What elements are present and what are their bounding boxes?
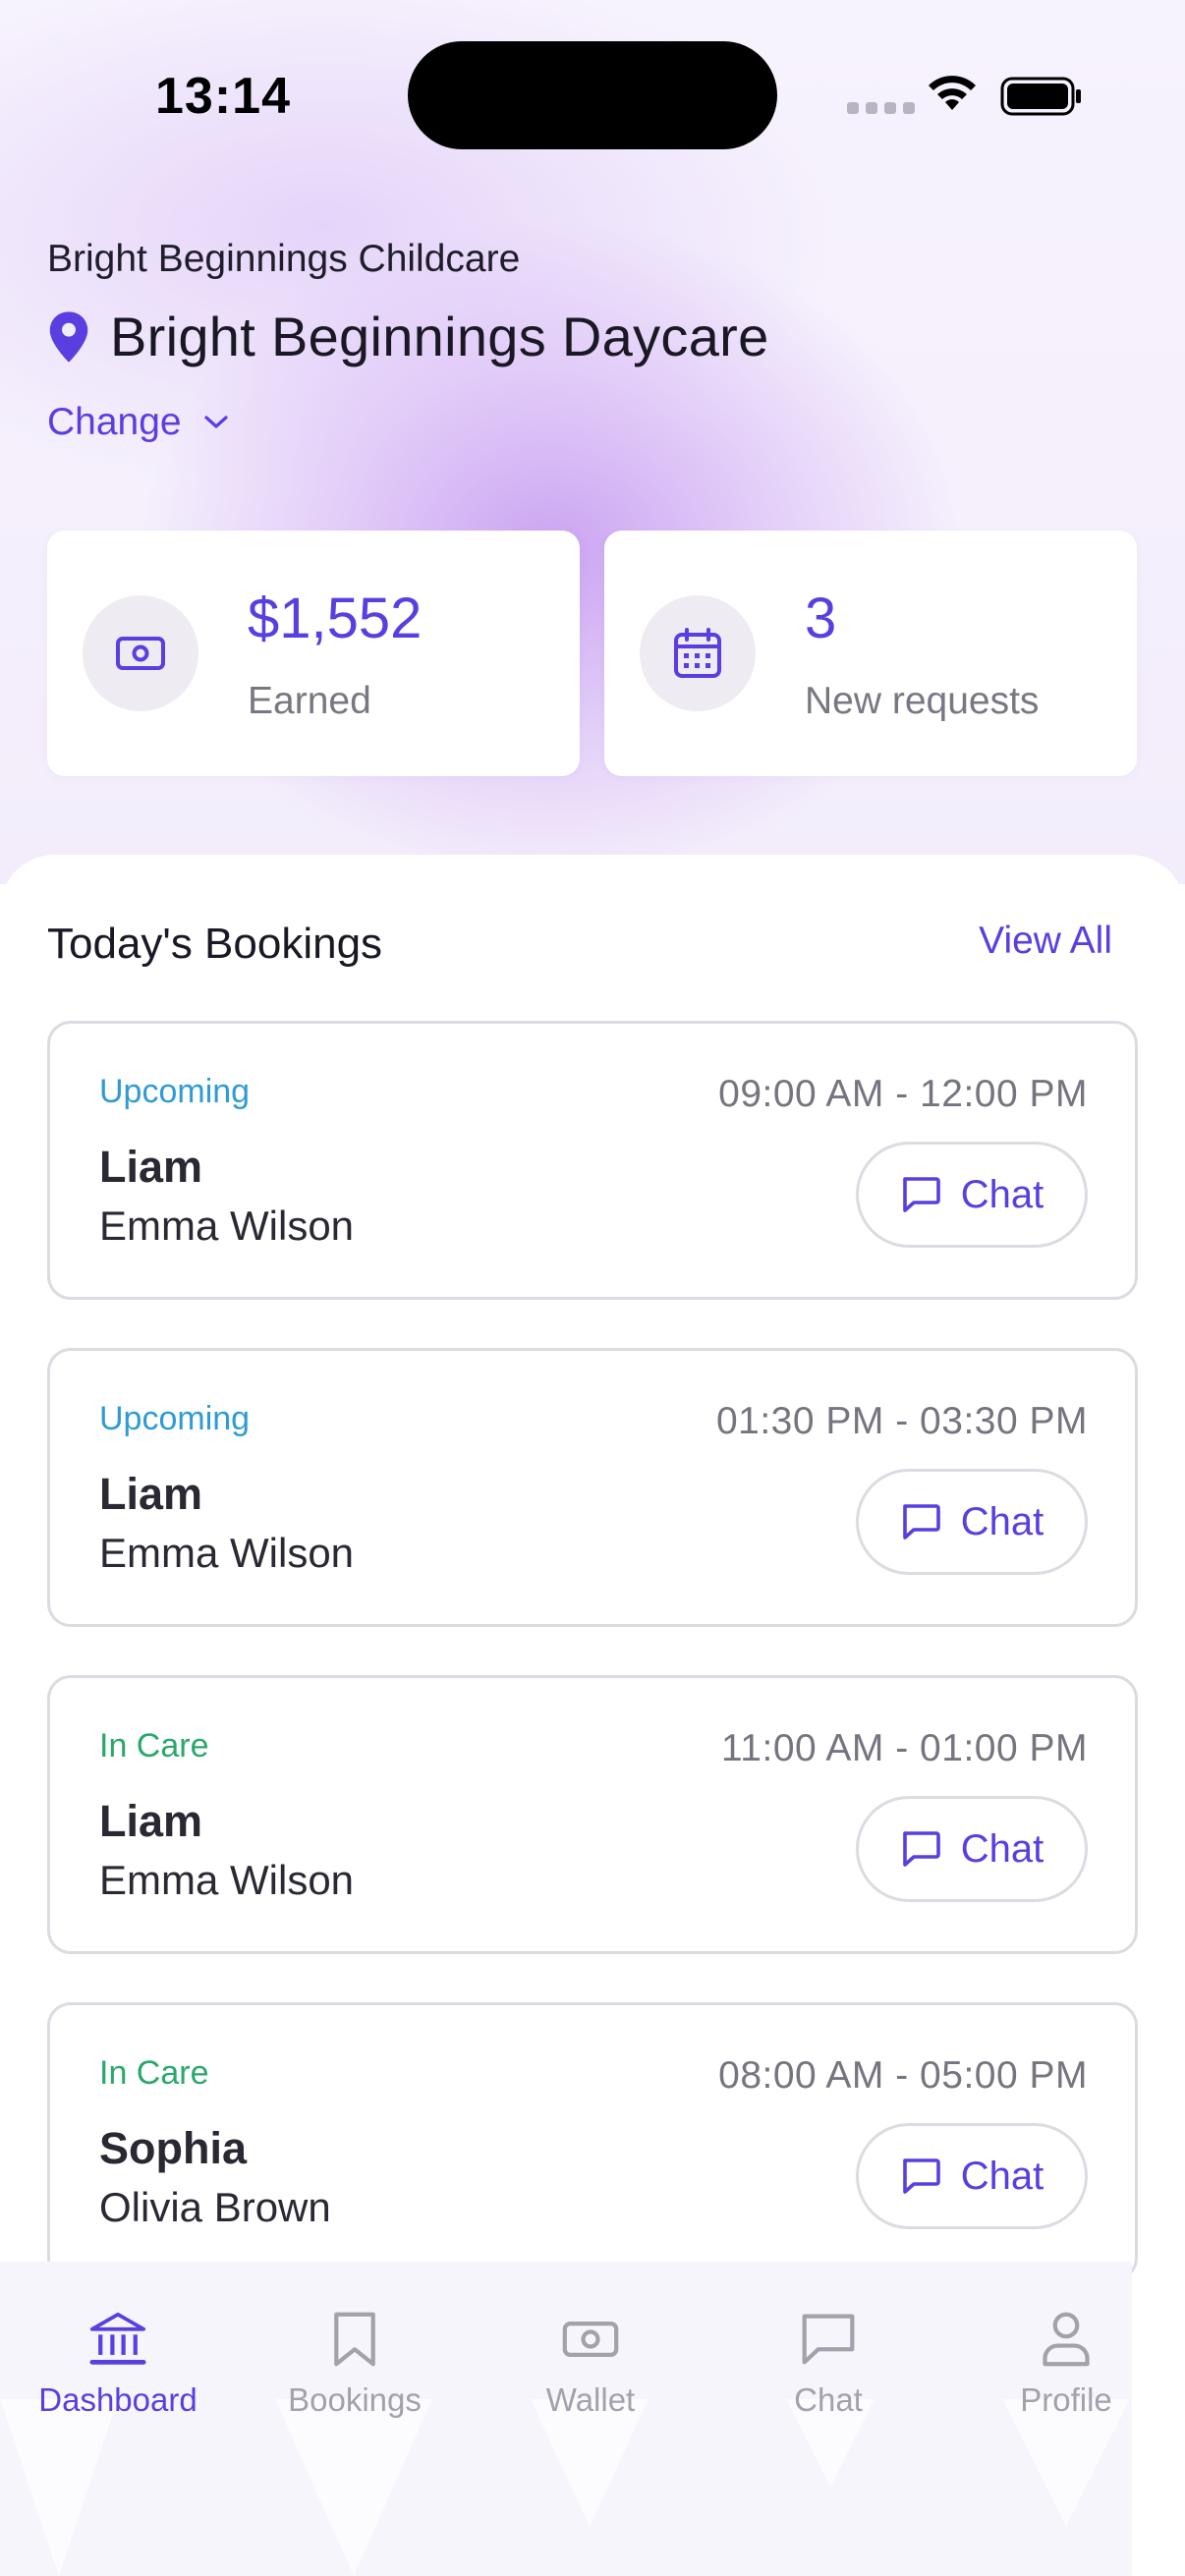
child-name: Liam	[99, 1142, 203, 1192]
tab-wallet[interactable]: Wallet	[473, 2262, 708, 2419]
person-icon	[1043, 2312, 1090, 2367]
booking-status: Upcoming	[99, 1073, 251, 1110]
booking-time: 01:30 PM - 03:30 PM	[715, 1400, 1088, 1442]
tab-label: Profile	[1020, 2381, 1112, 2418]
chat-bubble-icon	[802, 2314, 855, 2365]
calendar-icon	[640, 595, 756, 711]
cash-icon	[562, 2321, 619, 2358]
new-requests-label: New requests	[805, 680, 1040, 722]
chat-label: Chat	[960, 2154, 1044, 2198]
bookmark-icon	[334, 2312, 375, 2367]
organization-name: Bright Beginnings Childcare	[47, 238, 521, 280]
chat-button[interactable]: Chat	[856, 1142, 1088, 1248]
booking-card[interactable]: Upcoming 09:00 AM - 12:00 PM Liam Emma W…	[47, 1021, 1138, 1300]
booking-status: In Care	[99, 1727, 209, 1764]
booking-time: 11:00 AM - 01:00 PM	[721, 1727, 1088, 1769]
change-location-button[interactable]: Change	[47, 401, 229, 444]
section-title: Today's Bookings	[47, 920, 383, 968]
booking-card[interactable]: In Care 11:00 AM - 01:00 PM Liam Emma Wi…	[47, 1675, 1138, 1954]
tab-profile[interactable]: Profile	[948, 2262, 1132, 2419]
bank-icon	[89, 2312, 146, 2365]
chat-button[interactable]: Chat	[856, 2123, 1088, 2229]
parent-name: Emma Wilson	[99, 1203, 355, 1249]
tab-label: Bookings	[288, 2381, 422, 2418]
new-requests-value: 3	[805, 587, 837, 650]
tab-chat[interactable]: Chat	[710, 2262, 946, 2419]
chat-label: Chat	[960, 1826, 1044, 1871]
chat-button[interactable]: Chat	[856, 1469, 1088, 1575]
chat-bubble-icon	[902, 2158, 940, 2194]
chat-button[interactable]: Chat	[856, 1796, 1088, 1902]
tab-bookings[interactable]: Bookings	[237, 2262, 473, 2419]
status-time: 13:14	[155, 68, 291, 125]
chat-bubble-icon	[902, 1177, 940, 1212]
tab-label: Dashboard	[38, 2381, 198, 2418]
tab-label: Chat	[794, 2381, 863, 2418]
change-label: Change	[47, 401, 182, 443]
tab-dashboard[interactable]: Dashboard	[0, 2262, 236, 2419]
booking-status: Upcoming	[99, 1400, 251, 1437]
chat-label: Chat	[960, 1499, 1044, 1543]
location-name: Bright Beginnings Daycare	[110, 306, 769, 367]
tab-label: Wallet	[545, 2381, 636, 2418]
booking-card[interactable]: In Care 08:00 AM - 05:00 PM Sophia Olivi…	[47, 2002, 1138, 2281]
location-row: Bright Beginnings Daycare	[47, 305, 769, 368]
chat-bubble-icon	[902, 1504, 940, 1540]
tab-bar: Dashboard Bookings Wallet Chat Profile	[0, 2262, 1132, 2576]
cellular-signal-icon	[847, 102, 915, 114]
chevron-down-icon	[204, 416, 228, 428]
new-requests-stat-card[interactable]: 3 New requests	[604, 531, 1137, 776]
chat-label: Chat	[960, 1172, 1044, 1216]
booking-card[interactable]: Upcoming 01:30 PM - 03:30 PM Liam Emma W…	[47, 1348, 1138, 1627]
cash-icon	[83, 595, 198, 711]
battery-icon	[1000, 77, 1081, 116]
parent-name: Olivia Brown	[99, 2184, 331, 2230]
parent-name: Emma Wilson	[99, 1530, 355, 1576]
child-name: Liam	[99, 1796, 203, 1846]
parent-name: Emma Wilson	[99, 1857, 355, 1903]
chat-bubble-icon	[902, 1831, 940, 1867]
child-name: Liam	[99, 1469, 203, 1519]
booking-time: 09:00 AM - 12:00 PM	[718, 1073, 1088, 1115]
wifi-icon	[929, 76, 976, 110]
child-name: Sophia	[99, 2123, 248, 2173]
dynamic-island	[408, 41, 777, 149]
earned-label: Earned	[248, 680, 371, 722]
booking-status: In Care	[99, 2054, 209, 2092]
earned-value: $1,552	[248, 587, 423, 650]
earned-stat-card[interactable]: $1,552 Earned	[47, 531, 580, 776]
view-all-link[interactable]: View All	[979, 920, 1112, 963]
booking-time: 08:00 AM - 05:00 PM	[718, 2054, 1088, 2097]
location-pin-icon	[49, 310, 88, 363]
